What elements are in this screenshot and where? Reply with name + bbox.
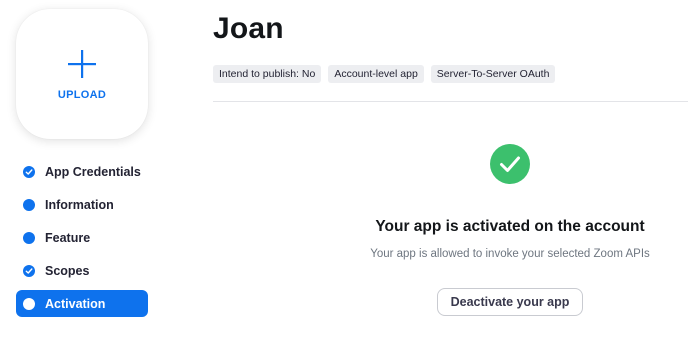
checkmark-circle-icon <box>490 144 530 184</box>
activation-status-title: Your app is activated on the account <box>375 218 645 235</box>
tag-publish: Intend to publish: No <box>213 65 322 83</box>
step-label: Scopes <box>45 263 90 278</box>
app-tags: Intend to publish: No Account-level app … <box>213 65 562 83</box>
tag-account-level: Account-level app <box>328 65 424 83</box>
dot-icon <box>23 297 35 310</box>
step-feature[interactable]: Feature <box>16 224 148 251</box>
sidebar-steps: App Credentials Information Feature Scop… <box>16 158 148 323</box>
dot-icon <box>23 231 35 244</box>
upload-label: UPLOAD <box>57 89 107 101</box>
step-app-credentials[interactable]: App Credentials <box>16 158 148 185</box>
check-icon <box>23 264 35 277</box>
check-icon <box>23 165 35 178</box>
step-label: Activation <box>45 296 106 311</box>
upload-card[interactable]: UPLOAD <box>16 9 148 139</box>
step-information[interactable]: Information <box>16 191 148 218</box>
plus-icon <box>68 50 96 78</box>
header-divider <box>213 101 688 102</box>
step-label: App Credentials <box>45 164 141 179</box>
step-activation[interactable]: Activation <box>16 290 148 317</box>
tag-oauth: Server-To-Server OAuth <box>430 65 556 83</box>
activation-status-description: Your app is allowed to invoke your selec… <box>370 248 650 260</box>
step-label: Feature <box>45 230 91 245</box>
dot-icon <box>23 198 35 211</box>
deactivate-button[interactable]: Deactivate your app <box>437 288 583 316</box>
step-scopes[interactable]: Scopes <box>16 257 148 284</box>
step-label: Information <box>45 197 114 212</box>
page-title: Joan <box>213 12 284 45</box>
